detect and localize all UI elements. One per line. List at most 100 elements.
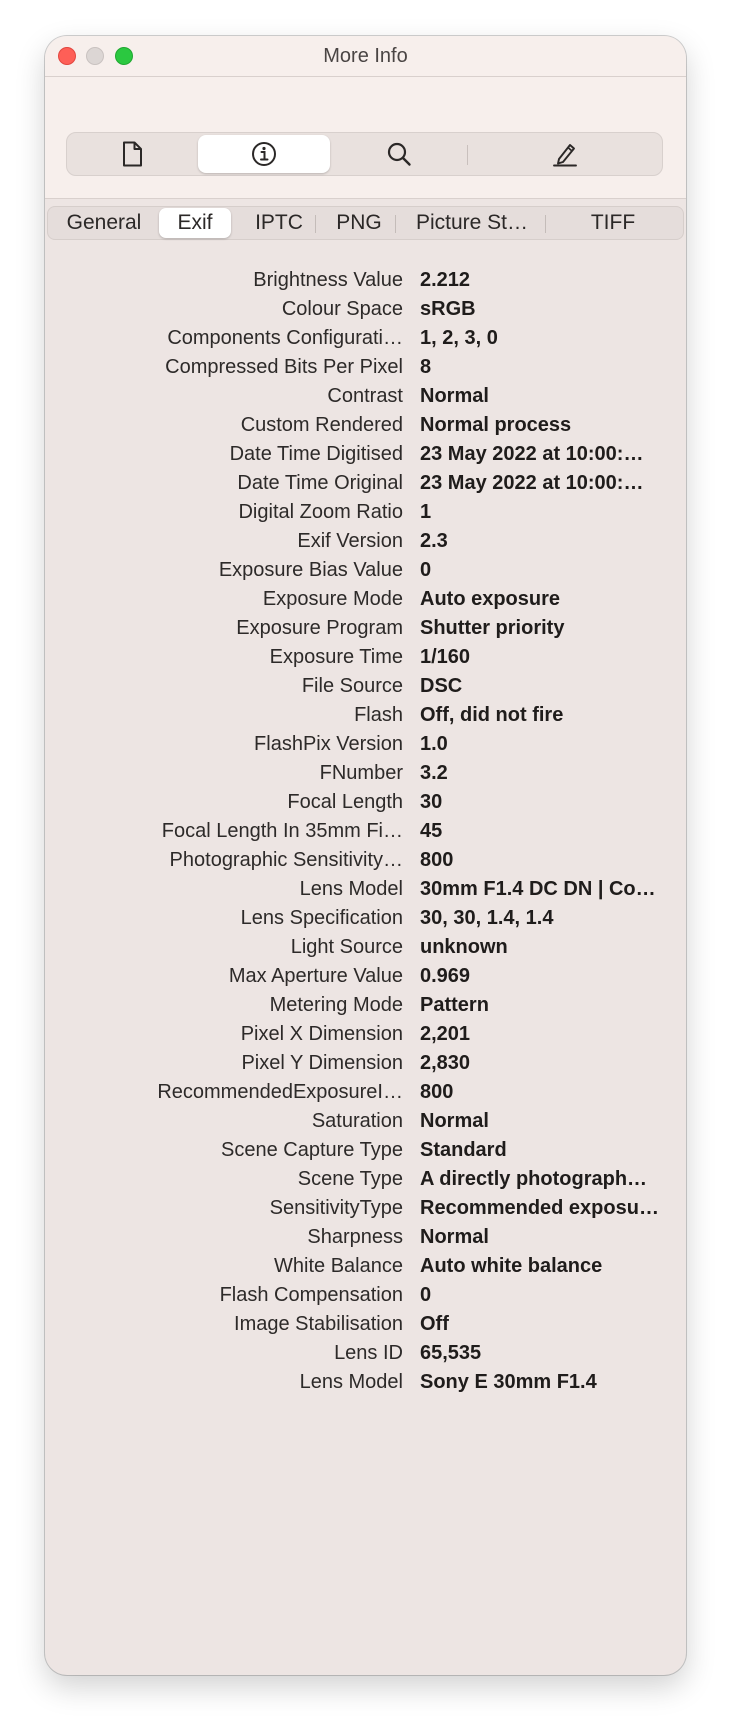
property-value: Off xyxy=(420,1313,449,1335)
property-value: 30 xyxy=(420,791,443,813)
property-row: FNumber 3.2 xyxy=(45,759,686,788)
metadata-tab-bar: General Exif IPTC PNG Picture St… TIFF xyxy=(47,206,684,240)
property-label: Max Aperture Value xyxy=(228,965,403,987)
property-label: Custom Rendered xyxy=(240,414,403,436)
tab-exif[interactable]: Exif xyxy=(159,208,231,238)
property-label: Pixel X Dimension xyxy=(240,1023,403,1045)
property-row: Scene Capture Type Standard xyxy=(45,1136,686,1165)
property-value: Normal xyxy=(420,1110,489,1132)
property-value: 30, 30, 1.4, 1.4 xyxy=(420,907,554,929)
property-label: Contrast xyxy=(327,385,403,407)
property-value: 2,201 xyxy=(420,1023,471,1045)
property-label: Image Stabilisation xyxy=(234,1313,403,1335)
tab-tiff[interactable]: TIFF xyxy=(550,208,676,238)
property-label: Flash Compensation xyxy=(219,1284,403,1306)
property-label: Lens ID xyxy=(334,1342,403,1364)
more-info-window: More Info General Exif IPTC PNG Picture … xyxy=(45,36,686,1675)
property-label: Date Time Original xyxy=(237,472,403,494)
property-value: Normal xyxy=(420,385,489,407)
property-label: Lens Model xyxy=(299,1371,403,1393)
property-label: Focal Length In 35mm Fi… xyxy=(161,820,403,842)
property-value: 0 xyxy=(420,559,432,581)
property-row: Lens ID 65,535 xyxy=(45,1339,686,1368)
property-value: 1 xyxy=(420,501,432,523)
property-value: Off, did not fire xyxy=(420,704,564,726)
property-label: Compressed Bits Per Pixel xyxy=(165,356,403,378)
property-row: Flash Off, did not fire xyxy=(45,701,686,730)
tab-divider xyxy=(315,215,316,233)
edit-button[interactable] xyxy=(471,135,659,173)
tab-general[interactable]: General xyxy=(52,208,156,238)
property-value: Normal xyxy=(420,1226,489,1248)
info-icon xyxy=(251,141,277,167)
property-row: FlashPix Version 1.0 xyxy=(45,730,686,759)
property-value: 2.212 xyxy=(420,269,471,291)
property-value: 8 xyxy=(420,356,432,378)
property-label: Saturation xyxy=(311,1110,403,1132)
property-label: Date Time Digitised xyxy=(229,443,403,465)
general-info-button[interactable] xyxy=(69,135,195,173)
property-label: Light Source xyxy=(290,936,403,958)
property-value: 0.969 xyxy=(420,965,471,987)
property-value: 23 May 2022 at 10:00:… xyxy=(420,443,644,465)
property-value: 1.0 xyxy=(420,733,448,755)
property-value: Auto white balance xyxy=(420,1255,603,1277)
magnifier-icon xyxy=(386,141,412,167)
property-row: Contrast Normal xyxy=(45,382,686,411)
property-row: Pixel X Dimension 2,201 xyxy=(45,1020,686,1049)
property-value: Standard xyxy=(420,1139,507,1161)
property-label: Pixel Y Dimension xyxy=(241,1052,403,1074)
property-row: Components Configurati… 1, 2, 3, 0 xyxy=(45,324,686,353)
property-value: Recommended exposu… xyxy=(420,1197,659,1219)
property-label: Exposure Time xyxy=(269,646,403,668)
tab-divider xyxy=(545,215,546,233)
property-row: Focal Length In 35mm Fi… 45 xyxy=(45,817,686,846)
property-row: Metering Mode Pattern xyxy=(45,991,686,1020)
exif-property-list: Brightness Value 2.212 Colour Space sRGB Com… xyxy=(45,266,686,1397)
property-label: Photographic Sensitivity… xyxy=(169,849,403,871)
toolbar xyxy=(45,77,686,199)
pencil-icon xyxy=(551,141,579,167)
tab-picture-style[interactable]: Picture St… xyxy=(400,208,544,238)
tab-png[interactable]: PNG xyxy=(318,208,400,238)
property-row: Compressed Bits Per Pixel 8 xyxy=(45,353,686,382)
property-value: 2,830 xyxy=(420,1052,471,1074)
property-row: Colour Space sRGB xyxy=(45,295,686,324)
property-label: FNumber xyxy=(319,762,403,784)
property-label: Scene Type xyxy=(297,1168,403,1190)
property-row: Lens Model 30mm F1.4 DC DN | Co… xyxy=(45,875,686,904)
search-button[interactable] xyxy=(333,135,465,173)
property-value: 800 xyxy=(420,1081,454,1103)
window-title: More Info xyxy=(323,45,408,67)
property-row: Saturation Normal xyxy=(45,1107,686,1136)
property-label: Scene Capture Type xyxy=(221,1139,403,1161)
tab-iptc[interactable]: IPTC xyxy=(234,208,324,238)
property-row: Max Aperture Value 0.969 xyxy=(45,962,686,991)
property-row: White Balance Auto white balance xyxy=(45,1252,686,1281)
property-label: Exposure Bias Value xyxy=(218,559,403,581)
property-label: Lens Model xyxy=(299,878,403,900)
property-row: Exposure Bias Value 0 xyxy=(45,556,686,585)
property-row: Sharpness Normal xyxy=(45,1223,686,1252)
property-row: Custom Rendered Normal process xyxy=(45,411,686,440)
more-info-button[interactable] xyxy=(198,135,330,173)
title-bar[interactable]: More Info xyxy=(45,36,686,77)
property-value: Auto exposure xyxy=(420,588,561,610)
property-row: Date Time Digitised 23 May 2022 at 10:00:… xyxy=(45,440,686,469)
property-row: Date Time Original 23 May 2022 at 10:00:… xyxy=(45,469,686,498)
property-label: Sharpness xyxy=(307,1226,403,1248)
property-label: Brightness Value xyxy=(253,269,403,291)
property-label: White Balance xyxy=(274,1255,403,1277)
property-value: 45 xyxy=(420,820,443,842)
property-value: 3.2 xyxy=(420,762,448,784)
property-label: Exif Version xyxy=(297,530,403,552)
property-value: Pattern xyxy=(420,994,489,1016)
property-row: Light Source unknown xyxy=(45,933,686,962)
property-row: Exposure Program Shutter priority xyxy=(45,614,686,643)
property-value: 1/160 xyxy=(420,646,471,668)
property-label: Digital Zoom Ratio xyxy=(238,501,403,523)
property-label: Metering Mode xyxy=(269,994,403,1016)
property-label: File Source xyxy=(301,675,403,697)
property-row: Exposure Mode Auto exposure xyxy=(45,585,686,614)
property-value: 23 May 2022 at 10:00:… xyxy=(420,472,644,494)
